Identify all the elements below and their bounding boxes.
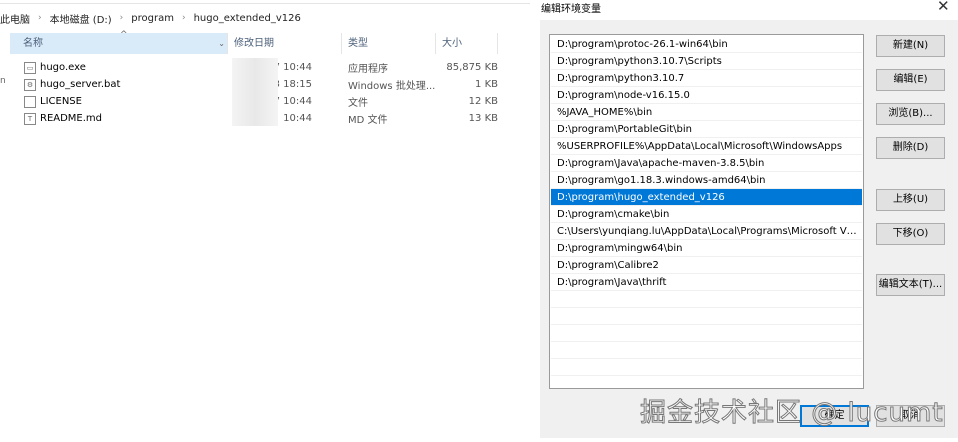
chevron-right-icon: › <box>181 13 186 23</box>
chevron-right-icon: › <box>38 13 42 23</box>
file-icon <box>24 95 36 108</box>
breadcrumb-item[interactable]: 本地磁盘 (D:) <box>50 11 112 26</box>
file-type: MD 文件 <box>348 115 388 126</box>
path-item[interactable] <box>551 359 862 376</box>
path-item[interactable]: D:\program\hugo_extended_v126 <box>551 189 862 206</box>
breadcrumb-item[interactable]: 此电脑 <box>0 11 30 26</box>
nav-pane-fragment: n <box>0 76 6 86</box>
path-item[interactable]: D:\program\Java\thrift <box>551 274 862 291</box>
exe-icon: ▭ <box>24 61 36 74</box>
breadcrumb-item[interactable]: hugo_extended_v126 <box>194 13 301 24</box>
path-item[interactable] <box>551 308 862 325</box>
breadcrumb: 此电脑 › 本地磁盘 (D:) › program › hugo_extended_v… <box>0 10 301 26</box>
column-header: ^ 名称 ⌄ 修改日期 类型 大小 <box>10 30 530 54</box>
move-down-button[interactable]: 下移(O) <box>876 223 945 245</box>
file-name: hugo.exe <box>40 62 86 73</box>
new-button[interactable]: 新建(N) <box>876 35 945 57</box>
file-name: LICENSE <box>40 96 82 107</box>
path-item[interactable]: D:\program\go1.18.3.windows-amd64\bin <box>551 172 862 189</box>
path-item[interactable] <box>551 342 862 359</box>
sort-up-icon: ^ <box>120 30 128 40</box>
chevron-right-icon: › <box>119 13 124 23</box>
file-size: 1 KB <box>475 79 498 90</box>
path-item[interactable]: D:\program\node-v16.15.0 <box>551 87 862 104</box>
text-file-icon: T <box>24 112 36 125</box>
file-type: Windows 批处理... <box>348 81 436 92</box>
path-item[interactable]: D:\program\PortableGit\bin <box>551 121 862 138</box>
move-up-button[interactable]: 上移(U) <box>876 189 945 211</box>
path-item[interactable] <box>551 291 862 308</box>
path-item[interactable]: D:\program\Calibre2 <box>551 257 862 274</box>
watermark: 掘金技术社区 @ lucumt <box>640 398 944 429</box>
path-item[interactable]: D:\program\mingw64\bin <box>551 240 862 257</box>
path-item[interactable]: D:\program\python3.10.7 <box>551 70 862 87</box>
file-type: 应用程序 <box>348 64 388 75</box>
path-item[interactable]: %USERPROFILE%\AppData\Local\Microsoft\Wi… <box>551 138 862 155</box>
close-icon[interactable]: ✕ <box>937 0 950 15</box>
path-item[interactable]: D:\program\python3.10.7\Scripts <box>551 53 862 70</box>
dialog-title: 编辑环境变量 <box>541 4 601 15</box>
path-item[interactable]: D:\program\Java\apache-maven-3.8.5\bin <box>551 155 862 172</box>
path-item[interactable]: %JAVA_HOME%\bin <box>551 104 862 121</box>
path-item[interactable]: C:\Users\yunqiang.lu\AppData\Local\Progr… <box>551 223 862 240</box>
file-size: 12 KB <box>468 96 498 107</box>
bat-icon: ⚙ <box>24 78 36 91</box>
path-item[interactable]: D:\program\cmake\bin <box>551 206 862 223</box>
column-type[interactable]: 类型 <box>342 33 436 54</box>
edit-button[interactable]: 编辑(E) <box>876 69 945 91</box>
file-type: 文件 <box>348 98 368 109</box>
path-item[interactable] <box>551 325 862 342</box>
path-list[interactable]: D:\program\protoc-26.1-win64\bin D:\progr… <box>549 34 864 389</box>
chevron-down-icon[interactable]: ⌄ <box>218 33 225 54</box>
column-size[interactable]: 大小 <box>436 33 498 54</box>
column-modified[interactable]: 修改日期 <box>228 33 342 54</box>
path-item[interactable]: D:\program\protoc-26.1-win64\bin <box>551 36 862 53</box>
redacted-dates <box>232 58 278 126</box>
file-name: hugo_server.bat <box>40 79 121 90</box>
breadcrumb-item[interactable]: program <box>131 13 174 24</box>
edit-text-button[interactable]: 编辑文本(T)... <box>876 274 945 296</box>
column-name[interactable]: ^ 名称 ⌄ <box>10 30 228 54</box>
file-size: 85,875 KB <box>446 62 498 73</box>
divider <box>0 3 530 4</box>
browse-button[interactable]: 浏览(B)... <box>876 103 945 125</box>
file-size: 13 KB <box>468 113 498 124</box>
delete-button[interactable]: 删除(D) <box>876 137 945 159</box>
file-name: README.md <box>40 113 103 124</box>
